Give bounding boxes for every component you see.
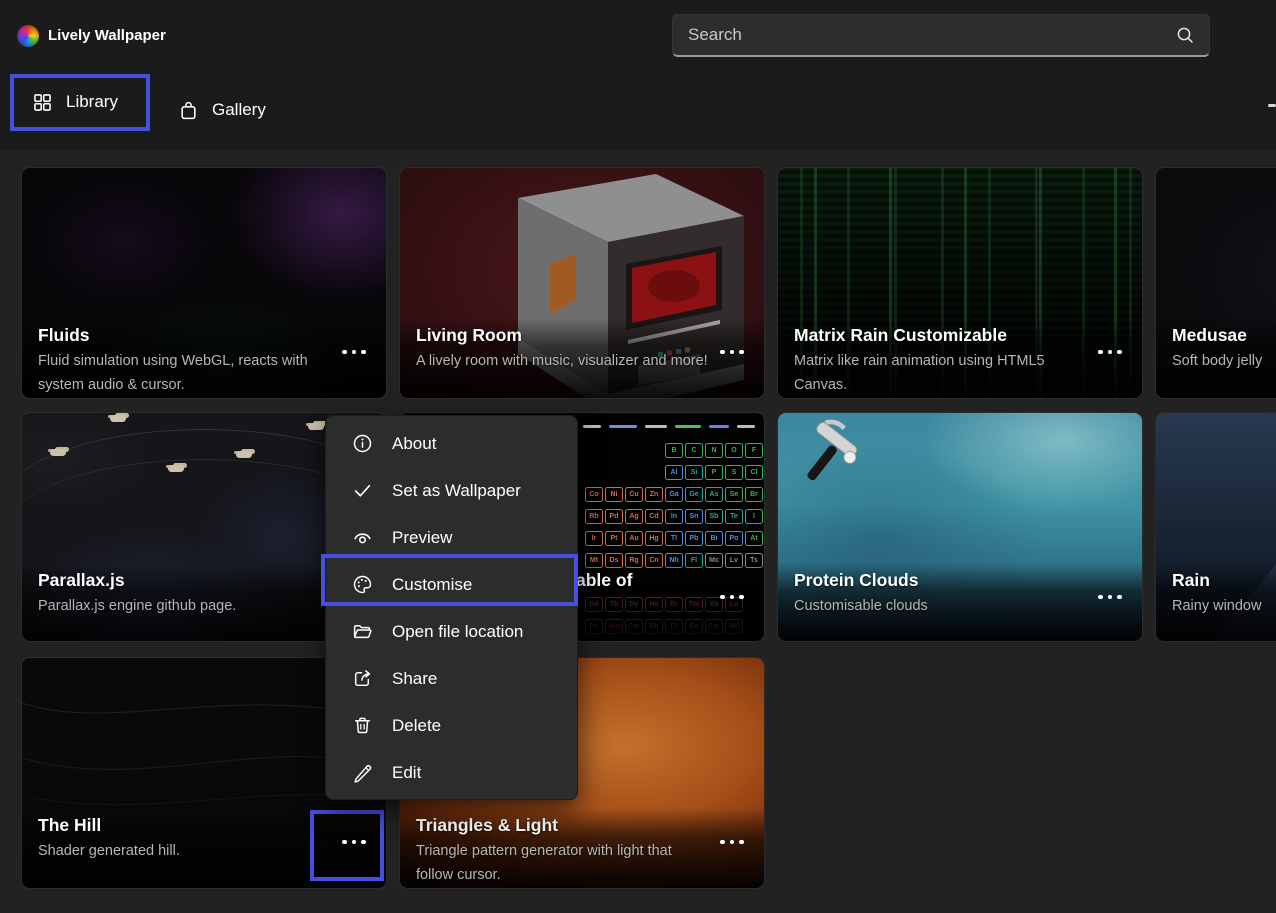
card-title: Fluids xyxy=(38,322,330,348)
card-title: Living Room xyxy=(416,322,708,348)
search-input[interactable] xyxy=(673,25,1175,45)
card-title: The Hill xyxy=(38,812,330,838)
menu-item-label: Set as Wallpaper xyxy=(392,481,521,501)
wallpaper-card-rain[interactable]: Rain Rainy window xyxy=(1156,413,1276,641)
menu-item-label: Share xyxy=(392,669,437,689)
menu-item-edit[interactable]: Edit xyxy=(326,749,577,796)
palette-icon xyxy=(352,574,373,595)
card-title: Medusae xyxy=(1172,322,1276,348)
menu-item-label: About xyxy=(392,434,436,454)
tab-library-label: Library xyxy=(66,92,118,112)
card-description: Fluid simulation using WebGL, reacts wit… xyxy=(38,349,330,397)
menu-item-label: Delete xyxy=(392,716,441,736)
more-button[interactable] xyxy=(710,579,754,615)
card-description: A lively room with music, visualizer and… xyxy=(416,349,708,373)
menu-item-label: Open file location xyxy=(392,622,523,642)
wallpaper-card-medusae[interactable]: Medusae Soft body jelly xyxy=(1156,168,1276,398)
menu-item-label: Edit xyxy=(392,763,421,783)
wallpaper-card-fluids[interactable]: Fluids Fluid simulation using WebGL, rea… xyxy=(22,168,386,398)
bag-icon xyxy=(178,100,199,121)
app-title: Lively Wallpaper xyxy=(48,27,166,44)
menu-item-label: Preview xyxy=(392,528,452,548)
menu-item-preview[interactable]: Preview xyxy=(326,514,577,561)
more-button[interactable] xyxy=(710,824,754,860)
pencil-icon xyxy=(352,762,373,783)
card-description: Rainy window xyxy=(1172,594,1276,618)
card-description: Parallax.js engine github page. xyxy=(38,594,330,618)
card-title: Matrix Rain Customizable xyxy=(794,322,1086,348)
card-title-fragment: able of xyxy=(576,567,708,593)
app-logo-icon xyxy=(17,25,39,47)
more-button[interactable] xyxy=(1088,334,1132,370)
check-icon xyxy=(352,480,373,501)
card-description: Customisable clouds xyxy=(794,594,1086,618)
card-title: Parallax.js xyxy=(38,567,330,593)
card-title: Rain xyxy=(1172,567,1276,593)
app-window: Lively Wallpaper Library Gallery Fluids … xyxy=(0,0,1276,913)
cloud-sprite xyxy=(236,451,252,458)
tab-gallery-label: Gallery xyxy=(212,100,266,120)
menu-item-set-as-wallpaper[interactable]: Set as Wallpaper xyxy=(326,467,577,514)
search-box[interactable] xyxy=(672,14,1210,57)
hammer-image xyxy=(792,417,866,491)
menu-item-delete[interactable]: Delete xyxy=(326,702,577,749)
cloud-sprite xyxy=(110,415,126,422)
tab-gallery[interactable]: Gallery xyxy=(178,88,266,132)
share-icon xyxy=(352,668,373,689)
more-button[interactable] xyxy=(332,334,376,370)
cloud-sprite xyxy=(308,423,324,430)
menu-item-label: Customise xyxy=(392,575,472,595)
card-title: Protein Clouds xyxy=(794,567,1086,593)
card-description: Triangle pattern generator with light th… xyxy=(416,839,708,887)
menu-item-open-file-location[interactable]: Open file location xyxy=(326,608,577,655)
folder-icon xyxy=(352,621,373,642)
cloud-sprite xyxy=(50,449,66,456)
info-icon xyxy=(352,433,373,454)
menu-item-share[interactable]: Share xyxy=(326,655,577,702)
card-description: Shader generated hill. xyxy=(38,839,330,863)
card-description: Matrix like rain animation using HTML5 C… xyxy=(794,349,1086,397)
menu-item-about[interactable]: About xyxy=(326,420,577,467)
card-title: Triangles & Light xyxy=(416,812,708,838)
wallpaper-card-matrix-rain[interactable]: Matrix Rain Customizable Matrix like rai… xyxy=(778,168,1142,398)
eye-icon xyxy=(352,527,373,548)
card-description: Soft body jelly xyxy=(1172,349,1276,373)
search-icon[interactable] xyxy=(1175,25,1195,45)
plus-icon-partial[interactable] xyxy=(1268,104,1276,107)
wallpaper-card-protein-clouds[interactable]: Protein Clouds Customisable clouds xyxy=(778,413,1142,641)
more-button[interactable] xyxy=(710,334,754,370)
more-button[interactable] xyxy=(332,824,376,860)
grid-icon xyxy=(32,92,53,113)
menu-item-customise[interactable]: Customise xyxy=(326,561,577,608)
periodic-legend xyxy=(583,425,755,428)
trash-icon xyxy=(352,715,373,736)
wallpaper-card-living-room[interactable]: Living Room A lively room with music, vi… xyxy=(400,168,764,398)
context-menu: About Set as Wallpaper Preview Customise xyxy=(325,415,578,800)
more-button[interactable] xyxy=(1088,579,1132,615)
cloud-sprite xyxy=(168,465,184,472)
tab-library[interactable]: Library xyxy=(32,80,118,124)
